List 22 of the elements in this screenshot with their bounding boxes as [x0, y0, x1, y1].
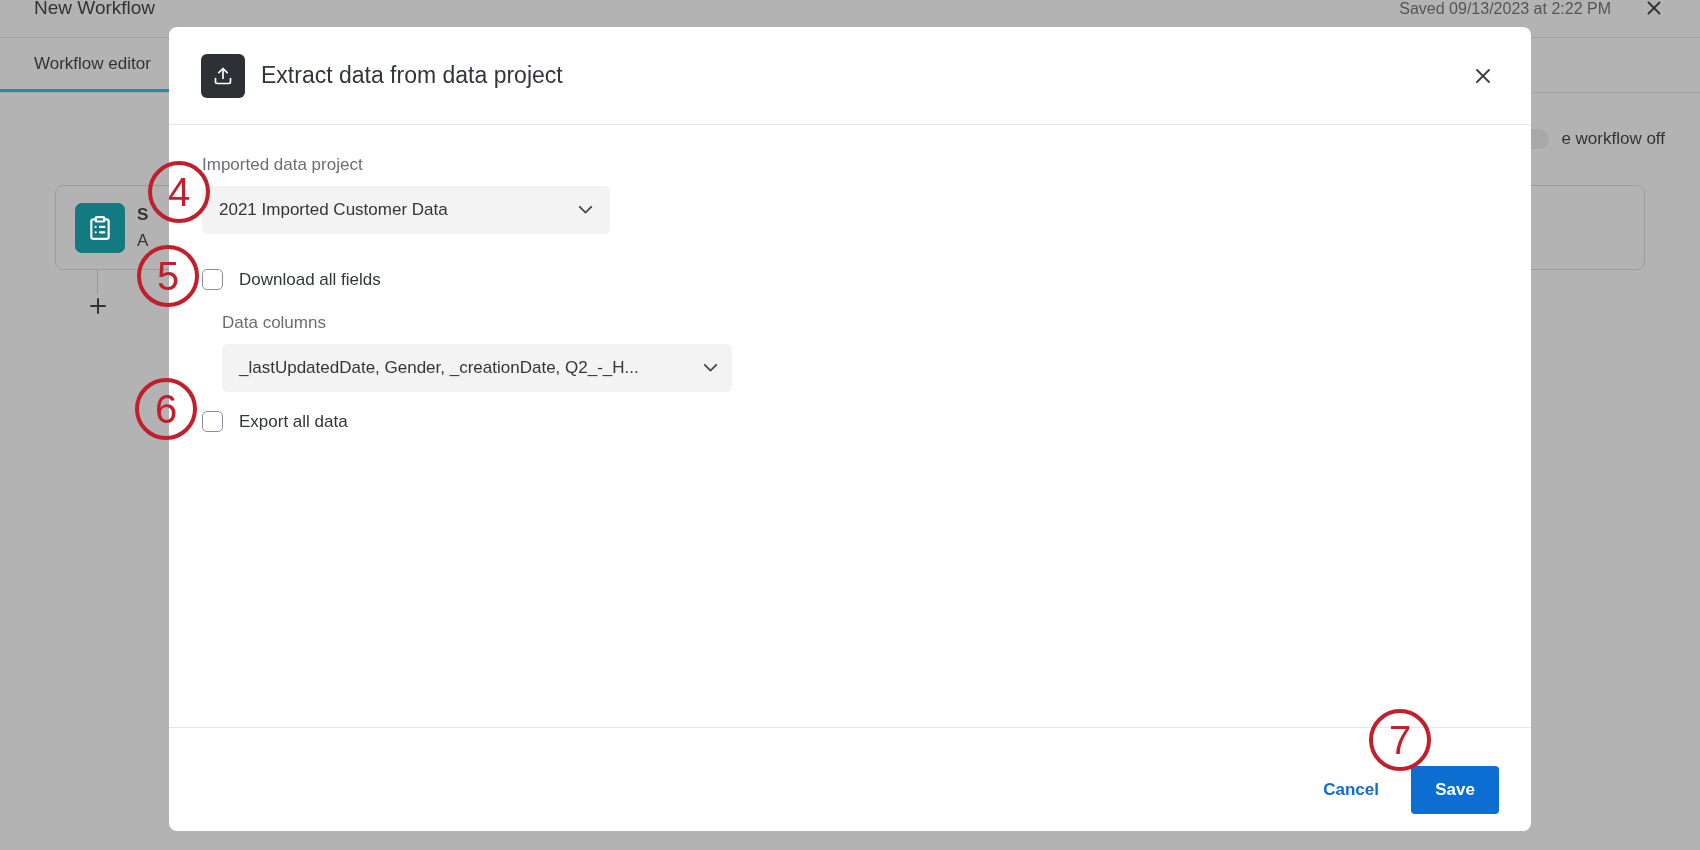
saved-status: Saved 09/13/2023 at 2:22 PM	[1399, 0, 1611, 19]
chevron-icon	[578, 205, 593, 214]
clipboard-icon	[75, 202, 125, 253]
field-label: Data columns	[222, 312, 327, 334]
toggle-label: e workflow off	[1561, 128, 1665, 151]
checkbox[interactable]	[202, 410, 223, 432]
modal-title: Extract data from data project	[261, 61, 563, 91]
upload-icon	[201, 53, 245, 98]
field-label: Imported data project	[202, 154, 364, 176]
checkbox-label: Export all data	[239, 410, 348, 433]
chevron-icon	[703, 363, 718, 372]
columns-select[interactable]: _lastUpdatedDate, Gender, _creationDate, Q2_-_H...	[222, 343, 732, 392]
callout-number: 6	[135, 378, 197, 440]
card-title: S	[137, 204, 149, 226]
checkbox[interactable]	[202, 268, 223, 290]
project-select[interactable]: 2021 Imported Customer Data	[202, 185, 610, 234]
save-button[interactable]: Save	[1411, 765, 1499, 814]
page-title: New Workflow	[34, 0, 156, 20]
cancel-link[interactable]: Cancel	[1323, 776, 1379, 803]
checkbox-label: Download all fields	[239, 268, 381, 291]
callout-number: 5	[137, 245, 199, 307]
callout-number: 7	[1369, 709, 1431, 771]
